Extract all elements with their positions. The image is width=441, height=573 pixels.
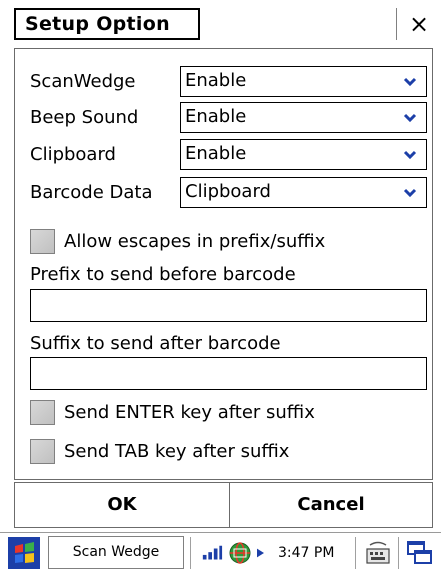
barcode-data-value: Clipboard: [185, 181, 271, 202]
scanwedge-select[interactable]: Enable: [180, 66, 427, 97]
clipboard-select[interactable]: Enable: [180, 139, 427, 170]
arrow-right-icon: [257, 548, 264, 558]
taskbar-divider: [355, 537, 356, 569]
suffix-input[interactable]: [30, 357, 427, 390]
allow-escapes-checkbox[interactable]: [30, 229, 55, 254]
barcode-data-select[interactable]: Clipboard: [180, 177, 427, 208]
send-enter-checkbox[interactable]: [30, 400, 55, 425]
title-divider: [396, 8, 397, 40]
window-switch-icon[interactable]: [405, 539, 433, 567]
start-icon[interactable]: [8, 537, 40, 569]
keyboard-icon[interactable]: [364, 539, 392, 567]
antenna-signal-icon[interactable]: [201, 543, 223, 565]
scan-wedge-task-button[interactable]: Scan Wedge: [48, 536, 184, 569]
chevron-down-icon: [403, 113, 417, 123]
title-bar: Setup Option ×: [0, 0, 441, 48]
clipboard-value: Enable: [185, 143, 247, 164]
beep-sound-value: Enable: [185, 106, 247, 127]
clipboard-label: Clipboard: [30, 144, 116, 165]
barcode-data-label: Barcode Data: [30, 182, 153, 203]
beep-sound-select[interactable]: Enable: [180, 102, 427, 133]
send-enter-label: Send ENTER key after suffix: [64, 402, 315, 423]
scanwedge-label: ScanWedge: [30, 71, 136, 92]
suffix-label: Suffix to send after barcode: [30, 333, 281, 354]
close-button[interactable]: ×: [404, 8, 434, 40]
prefix-input[interactable]: [30, 289, 427, 322]
scanwedge-value: Enable: [185, 70, 247, 91]
taskbar-divider: [398, 537, 399, 569]
ok-button[interactable]: OK: [14, 482, 230, 528]
chevron-down-icon: [403, 77, 417, 87]
send-tab-label: Send TAB key after suffix: [64, 441, 290, 462]
beep-sound-label: Beep Sound: [30, 107, 139, 128]
cancel-button[interactable]: Cancel: [229, 482, 433, 528]
window-title-tab[interactable]: Setup Option: [14, 8, 200, 40]
prefix-label: Prefix to send before barcode: [30, 264, 296, 285]
allow-escapes-label: Allow escapes in prefix/suffix: [64, 231, 326, 252]
clock[interactable]: 3:47 PM: [278, 533, 334, 573]
send-tab-checkbox[interactable]: [30, 439, 55, 464]
chevron-down-icon: [403, 188, 417, 198]
network-globe-icon[interactable]: [228, 541, 252, 565]
chevron-down-icon: [403, 150, 417, 160]
taskbar-divider: [190, 537, 191, 569]
taskbar: Scan Wedge 3:47 PM: [0, 532, 441, 572]
